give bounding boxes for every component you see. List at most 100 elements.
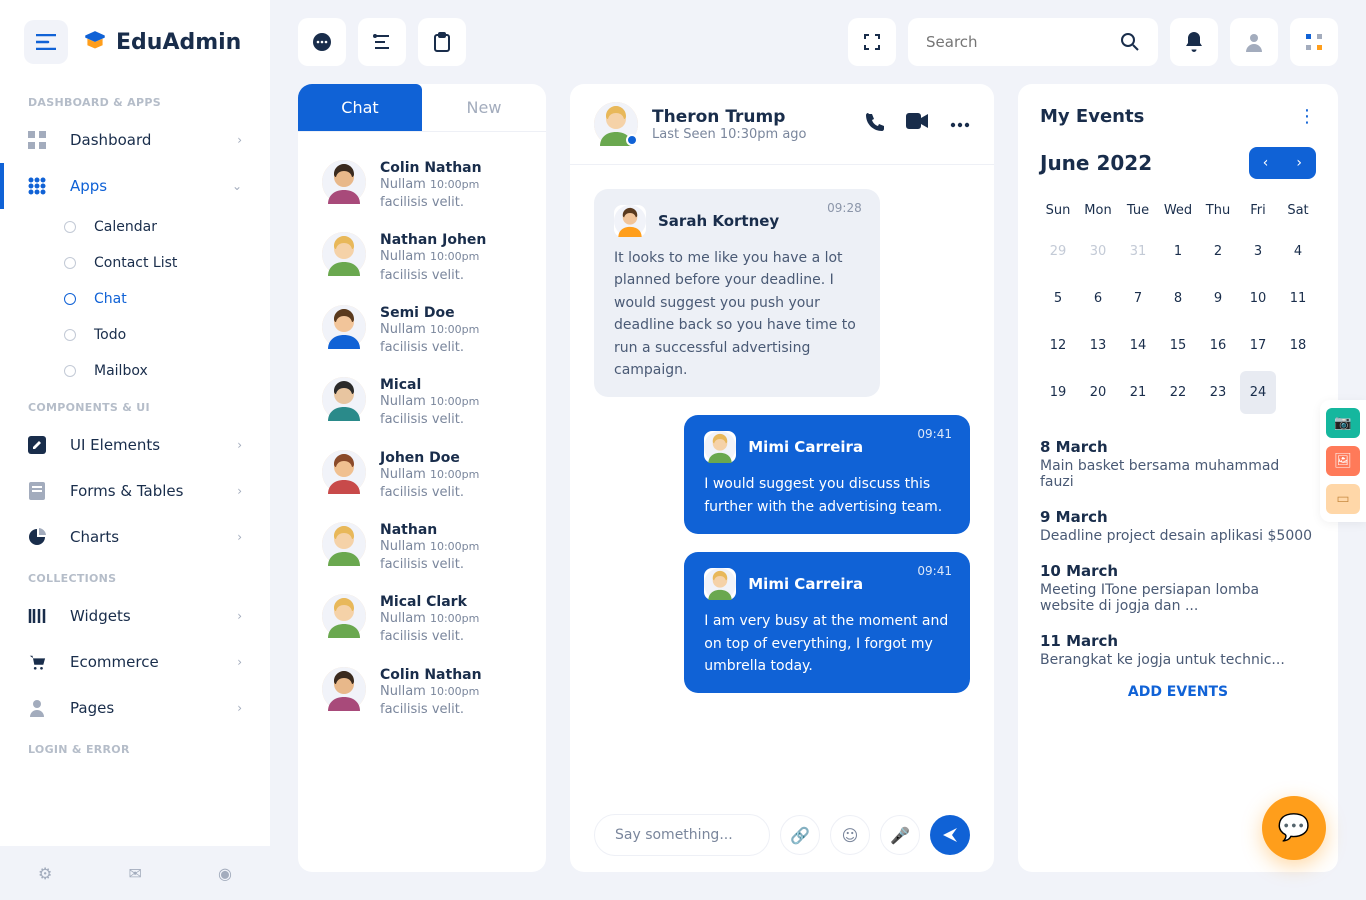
calendar-day[interactable]: 16 [1200,324,1236,367]
messages-area: 09:28Sarah KortneyIt looks to me like yo… [570,165,994,798]
logo-icon [82,29,108,55]
calendar-day[interactable]: 10 [1240,277,1276,320]
event-item[interactable]: 11 MarchBerangkat ke jogja untuk technic… [1040,632,1316,668]
sidebar-item-label: UI Elements [70,436,160,454]
menu-toggle[interactable] [24,20,68,64]
message-in: 09:28Sarah KortneyIt looks to me like yo… [594,189,880,397]
tool-note[interactable]: ▭ [1326,484,1360,514]
calendar-day[interactable]: 2 [1200,230,1236,273]
layout-button[interactable] [358,18,406,66]
sidebar-item-dashboard[interactable]: Dashboard› [0,117,270,163]
sidebar-item-ui-elements[interactable]: UI Elements› [0,422,270,468]
contact-item[interactable]: Nathan JohenNullam 10:00pmfacilisis veli… [298,222,546,294]
contact-subtitle: Nullam 10:00pmfacilisis velit. [380,248,522,284]
add-events-button[interactable]: ADD EVENTS [1040,684,1316,700]
calendar-day[interactable]: 14 [1120,324,1156,367]
sidebar-item-ecommerce[interactable]: Ecommerce› [0,639,270,685]
events-title: My Events [1040,106,1144,127]
brand-logo[interactable]: EduAdmin [82,29,241,55]
calendar-day[interactable]: 9 [1200,277,1236,320]
sidebar-subitem-todo[interactable]: Todo [40,317,270,353]
contact-subtitle: Nullam 10:00pmfacilisis velit. [380,176,522,212]
voice-button[interactable]: 🎤 [880,815,920,855]
profile-button[interactable] [1230,18,1278,66]
contact-item[interactable]: NathanNullam 10:00pmfacilisis velit. [298,512,546,584]
calendar-day[interactable]: 18 [1280,324,1316,367]
contact-item[interactable]: Johen DoeNullam 10:00pmfacilisis velit. [298,440,546,512]
calendar-day[interactable]: 5 [1040,277,1076,320]
sidebar-item-apps[interactable]: Apps⌄ [0,163,270,209]
sidebar-subitem-calendar[interactable]: Calendar [40,209,270,245]
calendar-day[interactable]: 21 [1120,371,1156,414]
search-box[interactable] [908,18,1158,66]
tab-chat[interactable]: Chat [298,84,422,131]
contact-avatar [322,377,366,421]
sidebar-item-label: Apps [70,177,107,195]
calendar-day[interactable]: 11 [1280,277,1316,320]
tool-camera[interactable]: 📷 [1326,408,1360,438]
calendar-day[interactable]: 17 [1240,324,1276,367]
gear-icon[interactable]: ⚙ [38,864,52,883]
calendar-day[interactable]: 31 [1120,230,1156,273]
contact-item[interactable]: Colin NathanNullam 10:00pmfacilisis veli… [298,150,546,222]
tab-new[interactable]: New [422,84,546,131]
event-item[interactable]: 10 MarchMeeting ITone persiapan lomba we… [1040,562,1316,614]
calendar-day[interactable]: 8 [1160,277,1196,320]
event-description: Main basket bersama muhammad fauzi [1040,458,1316,490]
calendar-day[interactable]: 20 [1080,371,1116,414]
calendar-day[interactable]: 15 [1160,324,1196,367]
sidebar-item-pages[interactable]: Pages› [0,685,270,731]
attach-link-button[interactable]: 🔗 [780,815,820,855]
phone-icon[interactable] [866,113,884,135]
calendar-day[interactable]: 30 [1080,230,1116,273]
more-icon[interactable] [950,113,970,135]
calendar-day[interactable]: 3 [1240,230,1276,273]
contact-item[interactable]: Colin NathanNullam 10:00pmfacilisis veli… [298,657,546,729]
apps-grid-button[interactable] [1290,18,1338,66]
sidebar-item-widgets[interactable]: Widgets› [0,593,270,639]
contact-item[interactable]: MicalNullam 10:00pmfacilisis velit. [298,367,546,439]
calendar-day[interactable]: 23 [1200,371,1236,414]
tool-image[interactable]: 🖼 [1326,446,1360,476]
contact-subtitle: Nullam 10:00pmfacilisis velit. [380,321,522,357]
sidebar-item-forms-&-tables[interactable]: Forms & Tables› [0,468,270,514]
calendar-day[interactable]: 6 [1080,277,1116,320]
contact-item[interactable]: Mical ClarkNullam 10:00pmfacilisis velit… [298,584,546,656]
calendar-day[interactable]: 1 [1160,230,1196,273]
sidebar-subitem-mailbox[interactable]: Mailbox [40,353,270,389]
sidebar-subitem-contact-list[interactable]: Contact List [40,245,270,281]
contact-avatar [322,594,366,638]
message-input[interactable]: Say something... [594,814,770,856]
calendar-day[interactable]: 24 [1240,371,1276,414]
sidebar-subitem-chat[interactable]: Chat [40,281,270,317]
fab-chat[interactable]: 💬 [1262,796,1326,860]
calendar-day[interactable]: 29 [1040,230,1076,273]
notifications-button[interactable] [1170,18,1218,66]
calendar-day[interactable]: 19 [1040,371,1076,414]
calendar-next-button[interactable]: › [1282,147,1316,179]
search-input[interactable] [926,33,1120,51]
event-item[interactable]: 9 MarchDeadline project desain aplikasi … [1040,508,1316,544]
clipboard-button[interactable] [418,18,466,66]
send-button[interactable] [930,815,970,855]
event-item[interactable]: 8 MarchMain basket bersama muhammad fauz… [1040,438,1316,490]
chart-icon [28,528,46,546]
fullscreen-button[interactable] [848,18,896,66]
mail-icon[interactable]: ✉ [128,864,141,883]
events-menu-icon[interactable]: ⋮ [1298,106,1316,127]
sidebar-item-charts[interactable]: Charts› [0,514,270,560]
calendar-prev-button[interactable]: ‹ [1249,147,1283,179]
contact-item[interactable]: Semi DoeNullam 10:00pmfacilisis velit. [298,295,546,367]
video-icon[interactable] [906,113,928,135]
event-date: 10 March [1040,562,1316,580]
calendar-day[interactable]: 13 [1080,324,1116,367]
calendar-day[interactable]: 22 [1160,371,1196,414]
emoji-button[interactable]: ☺ [830,815,870,855]
calendar-day[interactable]: 4 [1280,230,1316,273]
calendar-day[interactable]: 12 [1040,324,1076,367]
user-icon[interactable]: ◉ [218,864,232,883]
contact-avatar [322,450,366,494]
chat-bubble-button[interactable] [298,18,346,66]
calendar-day[interactable]: 7 [1120,277,1156,320]
sidebar-item-label: Forms & Tables [70,482,183,500]
